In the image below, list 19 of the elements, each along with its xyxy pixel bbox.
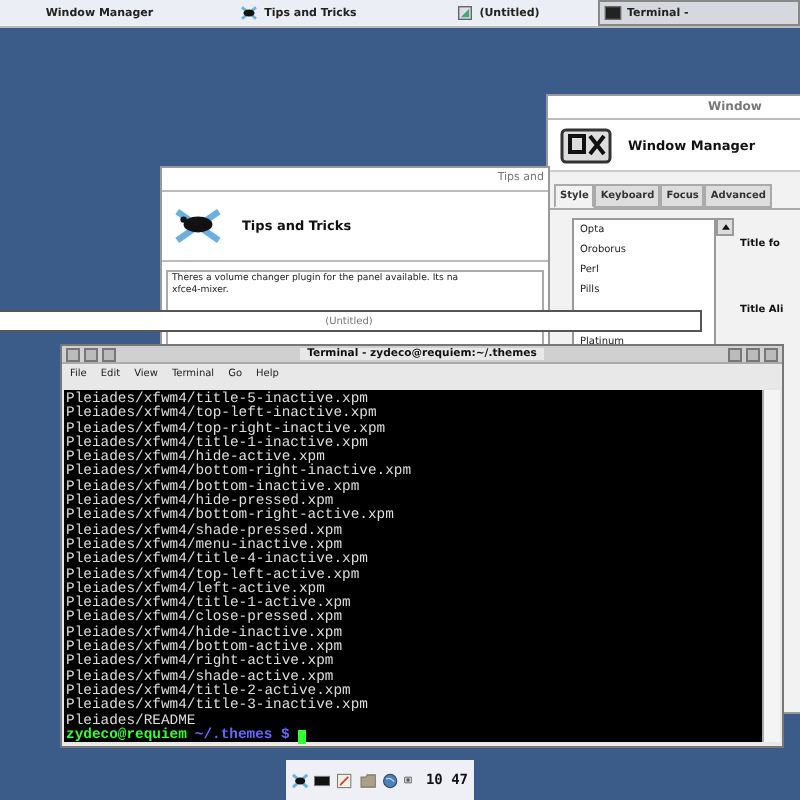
close-button[interactable] <box>763 347 778 361</box>
scrollbar[interactable] <box>762 390 780 742</box>
terminal-icon <box>603 6 621 20</box>
mouse-logo-icon <box>174 206 222 246</box>
minimize-button[interactable] <box>727 347 742 361</box>
scroll-up-button[interactable] <box>716 218 734 236</box>
stick-button[interactable] <box>84 347 98 361</box>
menu-button[interactable] <box>66 347 80 361</box>
camera-icon[interactable] <box>403 774 412 786</box>
maximize-button[interactable] <box>745 347 760 361</box>
globe-icon[interactable] <box>381 769 398 791</box>
mouse-icon[interactable] <box>292 769 309 791</box>
notepad-icon[interactable] <box>336 769 354 791</box>
image-icon <box>455 6 474 20</box>
cursor <box>297 729 306 744</box>
window-manager-icon <box>560 127 612 163</box>
mouse-icon <box>240 6 259 20</box>
shade-button[interactable] <box>102 347 116 361</box>
up-arrow-icon <box>721 224 729 230</box>
